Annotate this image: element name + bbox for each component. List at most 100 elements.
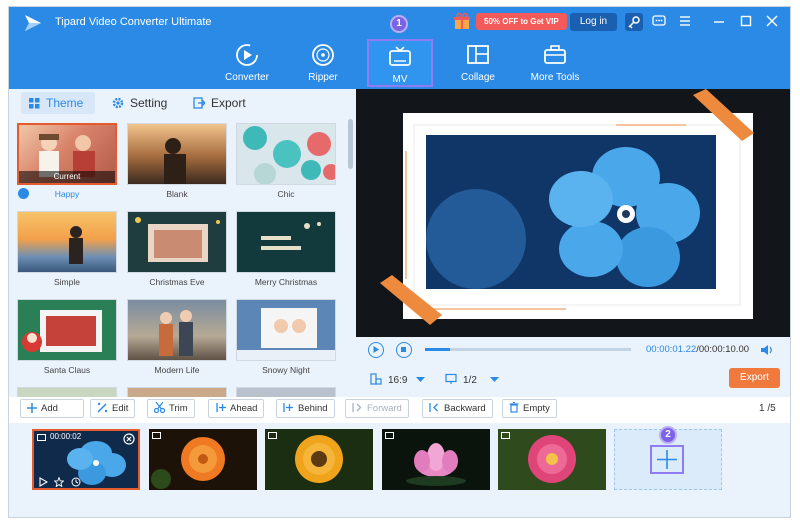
tab-ripper[interactable]: Ripper [290,39,356,87]
person-icon [69,226,83,264]
main-nav: Converter Ripper MV Collage More Tools [9,39,790,89]
behind-icon [283,403,293,412]
counter-current: 1 [759,403,765,414]
tab-collage-label: Collage [461,72,495,83]
theme-happy[interactable]: Current Happy [17,123,117,199]
remove-clip-icon[interactable] [123,433,135,445]
play-icon[interactable] [38,477,48,487]
theme-snowy-night[interactable]: Snowy Night [236,299,336,375]
tab-collage[interactable]: Collage [445,39,511,87]
app-window: Tipard Video Converter Ultimate 50% OFF … [8,6,791,518]
step-badge-1: 1 [390,15,408,33]
theme-merry-christmas-thumbnail [236,211,336,273]
theme-label: Chic [277,189,295,199]
tab-export-label: Export [211,96,246,110]
progress-fill [425,348,450,351]
tab-theme-label: Theme [46,96,84,110]
ratio-value: 16:9 [388,375,408,386]
silhouette-icon [164,138,186,184]
mv-icon [389,46,411,66]
clip-item[interactable]: 00:00:02 [32,429,140,490]
image-icon [152,432,161,439]
clock-icon[interactable] [71,477,81,487]
monitor-icon [445,373,457,384]
clip-timeline: 00:00:02 2 [9,423,790,517]
theme-blank[interactable]: Blank [127,123,227,199]
empty-label: Empty [523,403,550,414]
theme-label: Merry Christmas [254,277,318,287]
theme-santa-claus[interactable]: Santa Claus [17,299,117,375]
image-icon [268,432,277,439]
forward-button[interactable]: Forward [345,399,409,418]
volume-icon[interactable] [760,344,774,356]
clip-item[interactable] [382,429,490,490]
stop-button[interactable] [396,342,412,358]
tab-theme[interactable]: Theme [21,92,95,114]
menu-icon[interactable] [677,13,693,29]
theme-simple[interactable]: Simple [17,211,117,287]
theme-merry-christmas[interactable]: Merry Christmas [236,211,336,287]
clip-item[interactable] [265,429,373,490]
kids-icon [237,308,335,360]
tab-more-tools[interactable]: More Tools [522,39,588,87]
clip-item[interactable] [498,429,606,490]
chat-icon[interactable] [651,13,667,29]
theme-partial [17,387,117,397]
title-bar: Tipard Video Converter Ultimate 50% OFF … [9,7,790,89]
theme-modern-life[interactable]: Modern Life [127,299,227,375]
forward-label: Forward [367,403,402,414]
plus-icon [657,450,677,469]
panel-tabs: Theme Setting Export [9,89,356,117]
behind-button[interactable]: Behind [276,399,335,418]
screen-page-select[interactable]: 1/2 [445,373,499,386]
play-icon [373,346,379,353]
vip-promo-button[interactable]: 50% OFF to Get VIP [476,13,567,30]
tab-converter-label: Converter [225,72,269,83]
theme-label: Modern Life [154,365,200,375]
clip-item[interactable] [149,429,257,490]
backward-button[interactable]: Backward [422,399,493,418]
ahead-label: Ahead [230,403,258,414]
trim-button[interactable]: Trim [147,399,195,418]
ahead-button[interactable]: Ahead [208,399,265,418]
key-icon [628,16,640,29]
theme-christmas-eve[interactable]: Christmas Eve [127,211,227,287]
ahead-icon [216,403,226,412]
gift-icon[interactable] [453,12,471,30]
theme-label: Happy [54,189,80,199]
santa-icon [22,310,102,352]
theme-chic[interactable]: Chic [236,123,336,199]
edit-button[interactable]: Edit [90,399,136,418]
edit-icon [97,402,108,413]
key-button[interactable] [625,13,643,31]
theme-scrollbar[interactable] [348,119,353,169]
theme-happy-thumbnail: Current [17,123,117,185]
theme-chic-thumbnail [236,123,336,185]
tab-converter[interactable]: Converter [214,39,280,87]
close-icon[interactable] [764,13,780,29]
play-button[interactable] [368,342,384,358]
theme-label: Santa Claus [43,365,91,375]
trim-label: Trim [169,403,188,414]
theme-label: Blank [166,189,188,199]
tab-more-tools-label: More Tools [530,72,580,83]
app-title: Tipard Video Converter Ultimate [55,16,212,28]
theme-label: Snowy Night [262,365,310,375]
effect-icon[interactable] [54,477,64,487]
tab-mv[interactable]: MV [367,39,433,87]
add-button[interactable]: Add [20,399,84,430]
current-time: 00:00:01.22 [646,344,697,355]
progress-bar[interactable] [425,348,631,351]
minimize-icon[interactable] [711,13,727,29]
maximize-icon[interactable] [738,13,754,29]
time-display: 00:00:01.22/00:00:10.00 [646,344,749,355]
tab-setting[interactable]: Setting [104,92,175,114]
tab-export[interactable]: Export [185,92,254,114]
gear-icon [112,97,124,109]
empty-button[interactable]: Empty [502,399,557,418]
preview-frame-image [356,89,790,337]
aspect-ratio-select[interactable]: 16:9 [370,373,426,386]
export-button[interactable]: Export [729,368,780,388]
login-button[interactable]: Log in [570,13,617,31]
ratio-icon [370,373,382,385]
